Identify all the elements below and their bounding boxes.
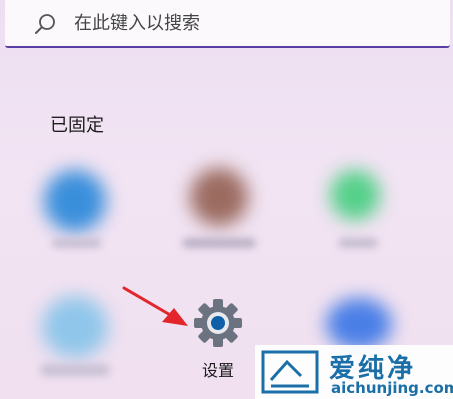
pinned-app-tile[interactable] bbox=[38, 160, 128, 260]
blurred-app-icon bbox=[190, 168, 248, 226]
watermark: 爱纯净 aichunjing.com bbox=[255, 345, 453, 399]
blurred-app-label bbox=[182, 238, 256, 248]
search-placeholder: 在此键入以搜索 bbox=[74, 13, 200, 34]
search-bar[interactable]: 在此键入以搜索 bbox=[5, 0, 450, 48]
blurred-app-label bbox=[40, 364, 110, 376]
blurred-app-icon bbox=[42, 296, 108, 358]
pinned-app-tile[interactable] bbox=[176, 160, 266, 260]
pinned-app-tile[interactable] bbox=[320, 160, 410, 260]
blurred-app-label bbox=[52, 238, 102, 248]
blurred-app-icon bbox=[44, 170, 106, 232]
watermark-site: aichunjing.com bbox=[331, 379, 453, 397]
blurred-app-icon bbox=[330, 170, 380, 220]
pinned-section-title: 已固定 bbox=[50, 115, 104, 136]
settings-app[interactable]: 设置 bbox=[186, 298, 250, 384]
pinned-app-tile[interactable] bbox=[32, 290, 122, 390]
blurred-app-icon bbox=[326, 298, 392, 350]
watermark-logo-icon bbox=[261, 350, 319, 394]
blurred-app-label bbox=[338, 238, 378, 248]
settings-app-label: 设置 bbox=[201, 361, 234, 380]
start-menu: 在此键入以搜索 已固定 设置 爱纯净 aichunjing.com bbox=[0, 0, 453, 399]
gear-icon bbox=[194, 299, 242, 347]
search-icon bbox=[35, 14, 55, 34]
